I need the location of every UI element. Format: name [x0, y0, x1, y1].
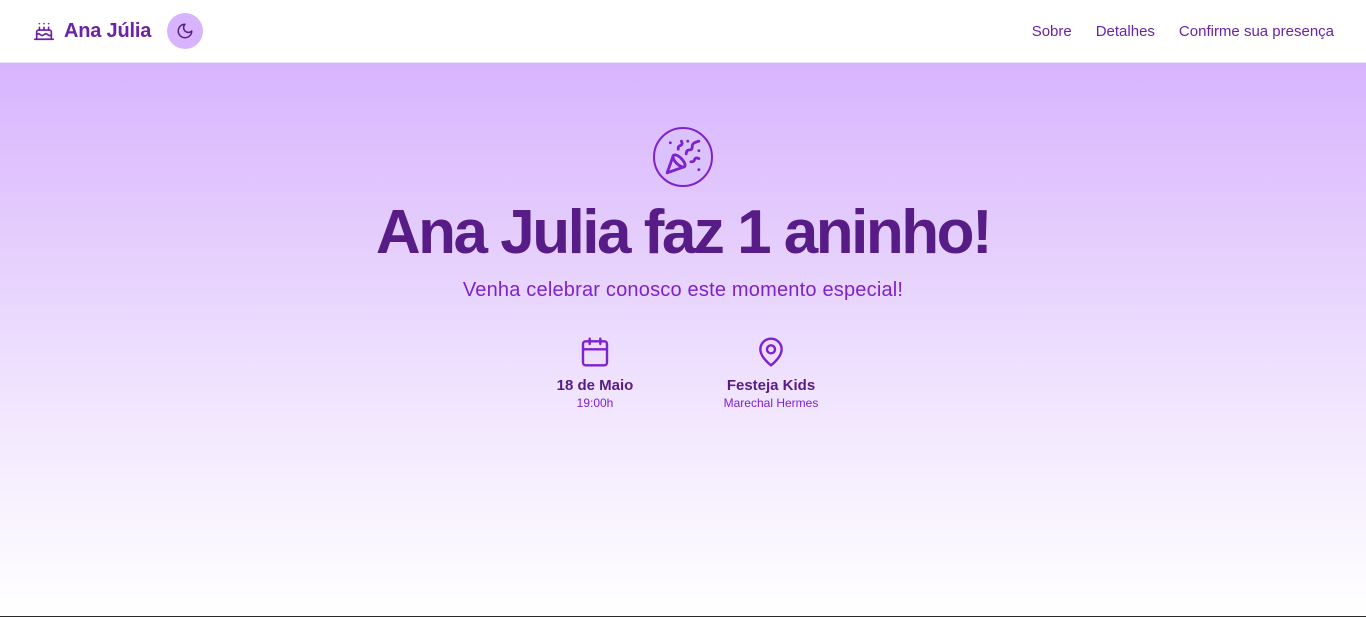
event-venue: Festeja Kids [726, 377, 816, 394]
moon-icon [176, 22, 194, 40]
nav-link-confirme-presenca[interactable]: Confirme sua presença [1179, 23, 1334, 40]
calendar-icon [579, 336, 611, 368]
party-popper-icon [664, 138, 702, 176]
nav-link-sobre[interactable]: Sobre [1032, 23, 1072, 40]
event-date: 18 de Maio [556, 377, 634, 394]
brand-name: Ana Júlia [64, 19, 152, 42]
brand[interactable]: Ana Júlia [32, 13, 204, 49]
event-date-info: 18 de Maio 19:00h [525, 336, 665, 410]
map-pin-icon [755, 336, 787, 368]
theme-toggle-button[interactable] [167, 13, 204, 49]
hero-title: Ana Julia faz 1 aninho! [375, 198, 993, 267]
main-nav: Sobre Detalhes Confirme sua presença [1008, 23, 1334, 40]
hero-subtitle: Venha celebrar conosco este momento espe… [462, 279, 904, 301]
event-time: 19:00h [576, 396, 614, 410]
party-badge [653, 127, 713, 187]
top-navbar: Ana Júlia Sobre Detalhes Confirme sua pr… [0, 0, 1366, 63]
nav-link-detalhes[interactable]: Detalhes [1096, 23, 1155, 40]
cake-icon [32, 19, 56, 43]
event-neighborhood: Marechal Hermes [723, 396, 819, 410]
event-location-info: Festeja Kids Marechal Hermes [701, 336, 841, 410]
